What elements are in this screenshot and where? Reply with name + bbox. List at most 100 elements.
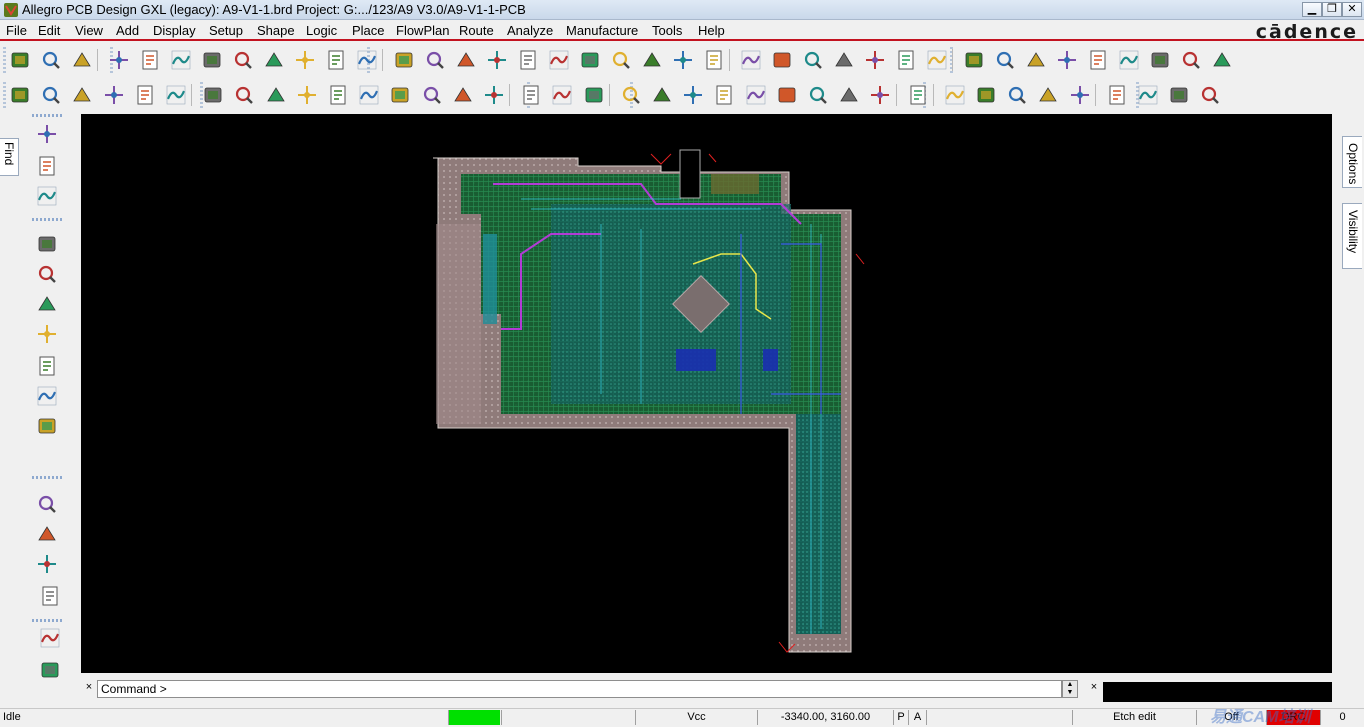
allegro-app-icon[interactable]	[3, 2, 19, 18]
shape-void-button[interactable]	[451, 83, 475, 107]
toolbar-grip[interactable]	[3, 47, 6, 73]
status-green-indicator[interactable]	[448, 710, 500, 725]
grid-dots-button[interactable]	[868, 83, 892, 107]
via-button[interactable]	[681, 83, 705, 107]
open-folder-button[interactable]	[39, 48, 63, 72]
toolbar-grip[interactable]	[3, 82, 6, 108]
menu-tools[interactable]: Tools	[652, 23, 682, 38]
menu-flowplan[interactable]: FlowPlan	[396, 23, 449, 38]
highlight-button[interactable]	[1210, 48, 1234, 72]
toolbar-grip[interactable]	[32, 619, 62, 622]
find-panel-tab[interactable]: Find	[0, 138, 19, 176]
toolbar-grip[interactable]	[32, 476, 62, 479]
shape-edit-button[interactable]	[326, 83, 350, 107]
wave-button[interactable]	[35, 384, 59, 408]
select-comp-button[interactable]	[133, 83, 157, 107]
zoom-points-button[interactable]	[454, 48, 478, 72]
shape-delete-button[interactable]	[482, 83, 506, 107]
options-panel-tab[interactable]: Options	[1342, 136, 1362, 188]
restore-button[interactable]: ❐	[1322, 2, 1342, 17]
copy-layers-button[interactable]	[1105, 83, 1129, 107]
menu-setup[interactable]: Setup	[209, 23, 243, 38]
menu-view[interactable]: View	[75, 23, 103, 38]
pick-button[interactable]	[1055, 48, 1079, 72]
select-red-button[interactable]	[39, 83, 63, 107]
check-button[interactable]	[1005, 83, 1029, 107]
dfa-button[interactable]	[894, 48, 918, 72]
menu-edit[interactable]: Edit	[38, 23, 60, 38]
redo-step-button[interactable]	[293, 48, 317, 72]
zoom-out-button[interactable]	[547, 48, 571, 72]
help-button[interactable]	[1198, 83, 1222, 107]
spread-button[interactable]	[35, 292, 59, 316]
book-button[interactable]	[974, 83, 998, 107]
minimize-button[interactable]: ▁	[1302, 2, 1322, 17]
grid-toggle-button[interactable]	[739, 48, 763, 72]
constraint-button[interactable]	[519, 83, 543, 107]
slide-button[interactable]	[35, 154, 59, 178]
menu-manufacture[interactable]: Manufacture	[566, 23, 638, 38]
grid-button[interactable]	[423, 48, 447, 72]
zoom-in-plus-button[interactable]	[516, 48, 540, 72]
add-connect-button[interactable]	[35, 122, 59, 146]
close-button[interactable]: ✕	[1342, 2, 1362, 17]
menu-place[interactable]: Place	[352, 23, 385, 38]
shape-square-button[interactable]	[388, 83, 412, 107]
rect-button[interactable]	[35, 492, 59, 516]
select-group-button[interactable]	[8, 83, 32, 107]
odb-button[interactable]	[619, 83, 643, 107]
redo-button[interactable]	[231, 48, 255, 72]
report-button[interactable]	[1148, 48, 1172, 72]
wand-button[interactable]	[837, 83, 861, 107]
textbox-button[interactable]	[744, 83, 768, 107]
menu-logic[interactable]: Logic	[306, 23, 337, 38]
hourglass-button[interactable]	[1179, 48, 1203, 72]
route-button[interactable]	[1068, 83, 1092, 107]
menu-route[interactable]: Route	[459, 23, 494, 38]
settings-button[interactable]	[1117, 48, 1141, 72]
menu-add[interactable]: Add	[116, 23, 139, 38]
distance-button[interactable]	[582, 83, 606, 107]
delete-button[interactable]	[169, 48, 193, 72]
bus-button[interactable]	[35, 322, 59, 346]
world-view-window[interactable]	[1103, 682, 1332, 702]
menu-help[interactable]: Help	[698, 23, 725, 38]
menu-shape[interactable]: Shape	[257, 23, 295, 38]
camera-button[interactable]	[712, 83, 736, 107]
delete-route-button[interactable]	[38, 658, 62, 682]
worldview-close-button[interactable]: ×	[1087, 681, 1101, 697]
line-button[interactable]	[35, 414, 59, 438]
menu-file[interactable]: File	[6, 23, 27, 38]
select-box-button[interactable]	[70, 83, 94, 107]
shape-circle-button[interactable]	[420, 83, 444, 107]
zoom-in-button[interactable]	[485, 48, 509, 72]
color-button[interactable]	[770, 48, 794, 72]
waveform-button[interactable]	[906, 83, 930, 107]
edit-text-button[interactable]	[35, 552, 59, 576]
pad-button[interactable]	[806, 83, 830, 107]
zoom-fit-button[interactable]	[392, 48, 416, 72]
delay-tune-button[interactable]	[35, 232, 59, 256]
web-button[interactable]	[925, 48, 949, 72]
add-text-button[interactable]	[35, 522, 59, 546]
visibility-panel-tab[interactable]: Visibility	[1342, 203, 1362, 269]
menu-analyze[interactable]: Analyze	[507, 23, 553, 38]
light-button[interactable]	[1086, 48, 1110, 72]
toolbar-grip[interactable]	[32, 218, 62, 221]
move-button[interactable]	[107, 48, 131, 72]
zoom-world-button[interactable]	[609, 48, 633, 72]
envelope-button[interactable]	[1136, 83, 1160, 107]
design-canvas[interactable]	[81, 114, 1332, 673]
route-icon-2-button[interactable]	[38, 626, 62, 650]
connect-route-button[interactable]	[38, 584, 62, 608]
shape-fill-button[interactable]	[324, 48, 348, 72]
flip-board-button[interactable]	[702, 48, 726, 72]
zoom-previous-button[interactable]	[578, 48, 602, 72]
clipboard-button[interactable]	[943, 83, 967, 107]
redo-history-button[interactable]	[262, 48, 286, 72]
save-button[interactable]	[70, 48, 94, 72]
property-button[interactable]	[993, 48, 1017, 72]
arc-button[interactable]	[35, 354, 59, 378]
tag-button[interactable]	[775, 83, 799, 107]
add-rect-button[interactable]	[232, 83, 256, 107]
